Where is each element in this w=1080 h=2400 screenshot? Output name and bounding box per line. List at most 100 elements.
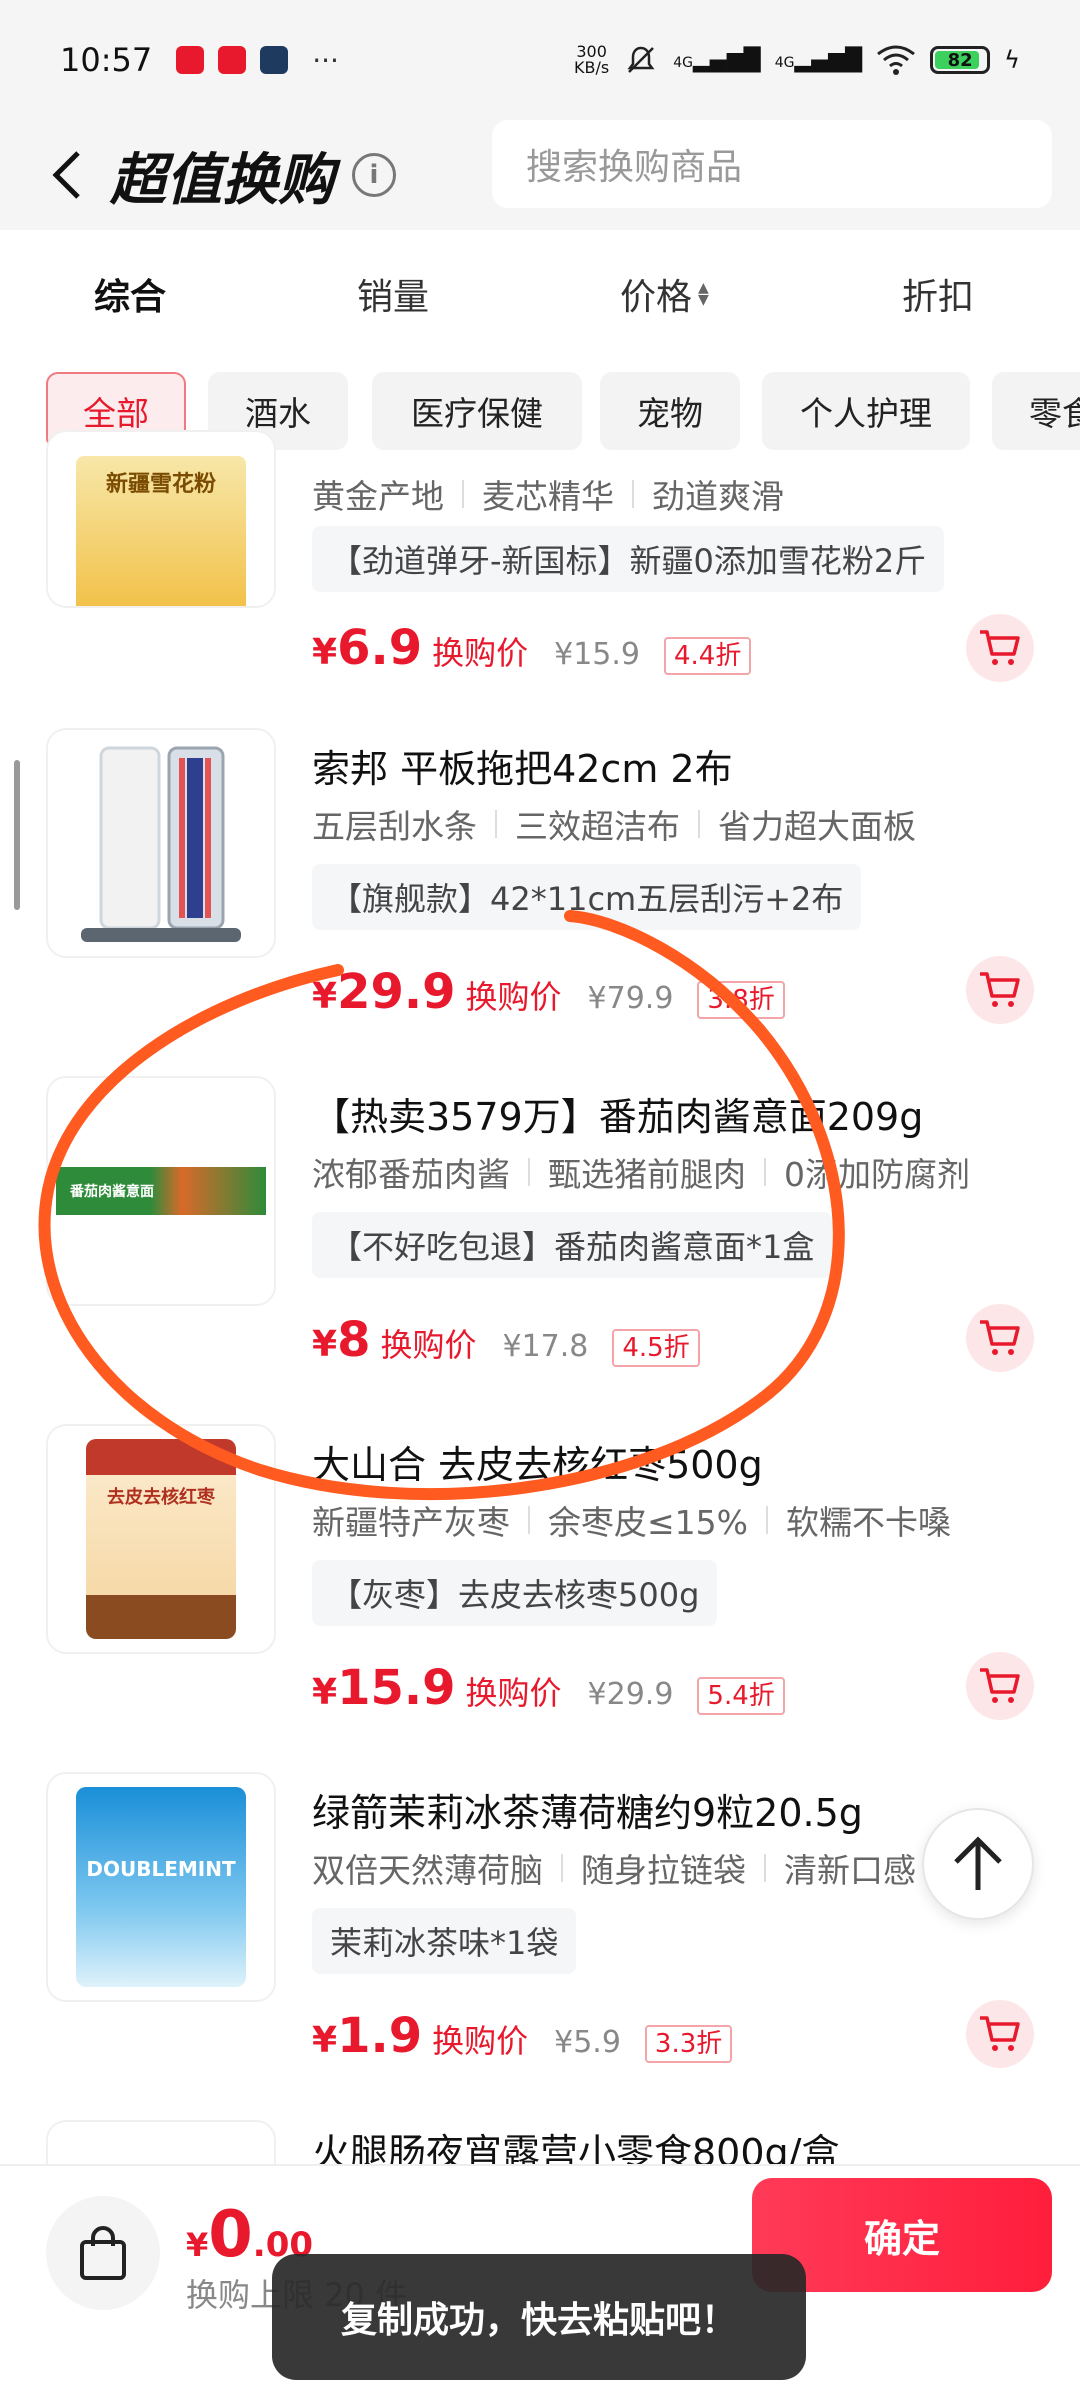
total-integer: 0 — [208, 2198, 253, 2272]
tag-separator — [764, 1158, 766, 1186]
price-symbol: ¥ — [312, 1672, 338, 1713]
toast-message: 复制成功，快去粘贴吧！ — [272, 2254, 806, 2380]
product-tag: 黄金产地 — [312, 477, 444, 516]
product-spec: 茉莉冰茶味*1袋 — [312, 1908, 577, 1974]
discount-badge: 4.4折 — [664, 637, 752, 675]
product-tag: 劲道爽滑 — [652, 477, 784, 516]
sort-comprehensive[interactable]: 综合 — [94, 268, 166, 320]
exchange-price-label: 换购价 — [465, 978, 562, 1016]
product-spec: 【不好吃包退】番茄肉酱意面*1盒 — [312, 1212, 833, 1278]
product-tags: 新疆特产灰枣 余枣皮≤15% 软糯不卡嗓 — [312, 1496, 951, 1544]
scrollbar[interactable] — [14, 760, 20, 910]
cart-icon — [980, 630, 1020, 665]
arrow-up-icon — [954, 1836, 1002, 1890]
price-symbol: ¥ — [312, 976, 338, 1017]
network-speed: 300 KB/s — [574, 44, 609, 76]
total-currency: ¥ — [186, 2226, 209, 2264]
product-tag: 麦芯精华 — [482, 477, 614, 516]
product-tags: 双倍天然薄荷脑 随身拉链袋 清新口感 — [312, 1844, 916, 1892]
original-price: ¥29.9 — [587, 1677, 674, 1712]
wifi-icon — [877, 45, 916, 75]
sort-sales-label: 销量 — [357, 277, 430, 318]
product-tags: 黄金产地 麦芯精华 劲道爽滑 — [312, 470, 784, 518]
add-to-cart-button[interactable] — [966, 1304, 1034, 1372]
original-price: ¥15.9 — [554, 637, 640, 672]
tag-separator — [698, 810, 700, 838]
info-icon[interactable]: i — [352, 153, 396, 197]
product-price-row: ¥ 15.9 换购价 ¥29.9 5.4折 — [312, 1660, 785, 1716]
battery-indicator: 82 — [930, 46, 991, 74]
product-thumbnail: 番茄肉酱意面 — [46, 1076, 276, 1306]
notification-app-icon — [260, 46, 289, 74]
product-price-row: ¥ 1.9 换购价 ¥5.9 3.3折 — [312, 2008, 733, 2064]
sort-discount[interactable]: 折扣 — [902, 268, 974, 320]
search-input[interactable]: 搜索换购商品 — [492, 120, 1052, 208]
discount-badge: 4.5折 — [612, 1329, 700, 1367]
product-tag: 甄选猪前腿肉 — [548, 1155, 746, 1194]
product-tag: 随身拉链袋 — [581, 1851, 746, 1890]
product-tag: 浓郁番茄肉酱 — [312, 1155, 510, 1194]
product-spec: 【劲道弹牙-新国标】新疆0添加雪花粉2斤 — [312, 526, 945, 592]
signal-2-label: 4G — [774, 54, 795, 71]
more-notifications-icon: ··· — [312, 43, 339, 77]
product-tag: 余枣皮≤15% — [548, 1503, 748, 1542]
status-bar: 10:57 ··· 300 KB/s 4G▂▄▆█ 4G▂▄▆█ 82 ϟ — [0, 0, 1080, 120]
exchange-price: 15.9 — [337, 1660, 456, 1716]
sort-sales[interactable]: 销量 — [357, 268, 429, 320]
add-to-cart-button[interactable] — [966, 614, 1034, 682]
exchange-price: 1.9 — [337, 2008, 423, 2064]
exchange-price: 6.9 — [337, 620, 423, 676]
product-tag: 清新口感 — [784, 1851, 916, 1890]
shopping-bag-icon[interactable] — [46, 2196, 160, 2310]
product-item[interactable]: 番茄肉酱意面 【热卖3579万】番茄肉酱意面209g 浓郁番茄肉酱 甄选猪前腿肉… — [0, 1076, 1080, 1424]
sort-bar: 综合 销量 价格 ▲ ▼ 折扣 — [0, 230, 1080, 340]
back-icon[interactable] — [40, 147, 96, 203]
product-title: 索邦 平板拖把42cm 2布 — [312, 747, 733, 791]
net-speed-unit: KB/s — [574, 58, 610, 77]
original-price: ¥5.9 — [554, 2025, 621, 2060]
signal-icon-2: 4G▂▄▆█ — [774, 47, 863, 73]
tag-separator — [766, 1506, 768, 1534]
add-to-cart-button[interactable] — [966, 1652, 1034, 1720]
exchange-price-label: 换购价 — [465, 1674, 562, 1712]
product-item[interactable]: 新疆雪花粉 黄金产地 麦芯精华 劲道爽滑 【劲道弹牙-新国标】新疆0添加雪花粉2… — [0, 430, 1080, 778]
exchange-price-label: 换购价 — [380, 1326, 477, 1364]
add-to-cart-button[interactable] — [966, 2000, 1034, 2068]
status-app-icons: ··· — [176, 44, 339, 77]
product-tag: 省力超大面板 — [718, 807, 916, 846]
discount-badge: 5.4折 — [697, 1677, 785, 1715]
tag-separator — [528, 1158, 530, 1186]
product-item[interactable]: DOUBLEMINT 绿箭茉莉冰茶薄荷糖约9粒20.5g 双倍天然薄荷脑 随身拉… — [0, 1772, 1080, 2120]
original-price: ¥17.8 — [502, 1329, 589, 1364]
exchange-price: 29.9 — [337, 964, 456, 1020]
product-item[interactable]: 去皮去核红枣 大山合 去皮去核红枣500g 新疆特产灰枣 余枣皮≤15% 软糯不… — [0, 1424, 1080, 1772]
doublemint-package-image: DOUBLEMINT — [76, 1787, 246, 1987]
tag-separator — [495, 810, 497, 838]
product-title: 火腿肠夜宵露营小零食800g/盒 — [312, 2131, 840, 2164]
product-tag: 三效超洁布 — [515, 807, 680, 846]
sort-comprehensive-label: 综合 — [94, 277, 167, 318]
tag-separator — [561, 1854, 563, 1882]
tag-separator — [632, 480, 634, 508]
discount-badge: 3.3折 — [644, 2025, 733, 2063]
product-thumbnail — [46, 728, 276, 958]
exchange-price: 8 — [337, 1312, 371, 1368]
product-item[interactable]: 火腿肠夜宵露营小零食800g/盒 — [0, 2120, 1080, 2164]
signal-1-label: 4G — [673, 54, 694, 71]
product-tag: 双倍天然薄荷脑 — [312, 1851, 543, 1890]
product-thumbnail — [46, 2120, 276, 2164]
cart-icon — [980, 2016, 1020, 2051]
product-price-row: ¥ 29.9 换购价 ¥79.9 3.8折 — [312, 964, 785, 1020]
pasta-package-image: 番茄肉酱意面 — [56, 1167, 266, 1215]
product-spec: 【旗舰款】42*11cm五层刮污+2布 — [312, 864, 862, 930]
sort-price[interactable]: 价格 ▲ ▼ — [620, 268, 709, 320]
product-item[interactable]: 索邦 平板拖把42cm 2布 五层刮水条 三效超洁布 省力超大面板 【旗舰款】4… — [0, 728, 1080, 1076]
back-to-top-button[interactable] — [922, 1808, 1034, 1920]
discount-badge: 3.8折 — [697, 981, 785, 1019]
tag-separator — [764, 1854, 766, 1882]
add-to-cart-button[interactable] — [966, 956, 1034, 1024]
signal-icon-1: 4G▂▄▆█ — [673, 47, 761, 73]
page-title: 超值换购 — [110, 147, 334, 213]
product-tags: 浓郁番茄肉酱 甄选猪前腿肉 0添加防腐剂 — [312, 1148, 970, 1196]
product-title: 大山合 去皮去核红枣500g — [312, 1443, 763, 1487]
